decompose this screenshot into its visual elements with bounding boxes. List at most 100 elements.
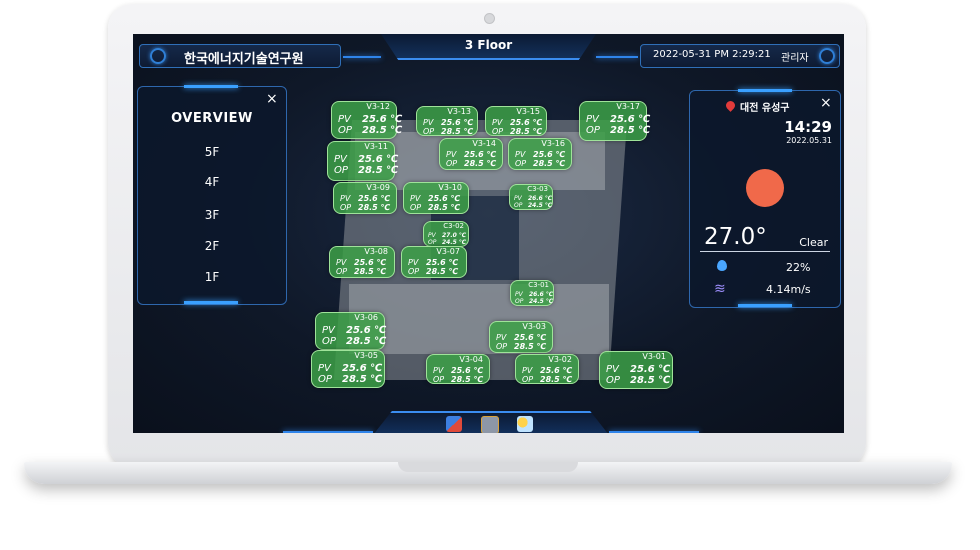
op-value: 28.5 ℃ — [514, 342, 547, 351]
op-value: 28.5 ℃ — [346, 336, 387, 347]
sensor-tag[interactable]: C3-03 PV 26.6 ℃ OP 24.5 ℃ — [509, 184, 553, 210]
sensor-id: V3-13 — [447, 107, 471, 116]
header-status-bar: 2022-05-31 PM 2:29:21 관리자 — [640, 44, 840, 68]
sensor-tag[interactable]: V3-17 PV 25.6 ℃ OP 28.5 ℃ — [579, 101, 651, 141]
menu-item-5f[interactable]: 5F — [138, 145, 286, 159]
sensor-id: C3-03 — [527, 185, 548, 193]
op-value: 24.5 ℃ — [442, 239, 467, 246]
sensor-tag[interactable]: V3-03 PV 25.6 ℃ OP 28.5 ℃ — [489, 321, 553, 353]
sensor-tag[interactable]: V3-06 PV 25.6 ℃ OP 28.5 ℃ — [315, 312, 387, 350]
sensor-tag[interactable]: V3-01 PV 25.6 ℃ OP 28.5 ℃ — [599, 351, 673, 389]
pv-value: 25.6 ℃ — [630, 364, 671, 375]
op-value: 28.5 ℃ — [451, 375, 484, 384]
sensor-tag[interactable]: V3-13 PV 25.6 ℃ OP 28.5 ℃ — [416, 106, 478, 136]
op-label: OP — [586, 125, 600, 136]
menu-item-2f[interactable]: 2F — [138, 239, 286, 253]
floor-banner: 3 Floor — [381, 34, 596, 60]
op-value: 28.5 ℃ — [426, 267, 459, 276]
pv-label: PV — [514, 195, 522, 202]
sensor-id: V3-10 — [438, 183, 462, 192]
menu-title[interactable]: OVERVIEW — [138, 111, 286, 126]
pv-label: PV — [338, 114, 351, 125]
sensor-id: V3-04 — [459, 355, 483, 364]
sensor-tag[interactable]: V3-09 PV 25.6 ℃ OP 28.5 ℃ — [333, 182, 397, 214]
temperature: 27.0° — [704, 224, 767, 250]
webcam — [484, 13, 495, 24]
close-icon[interactable]: × — [820, 95, 832, 111]
op-value: 24.5 ℃ — [529, 298, 554, 305]
sensor-id: V3-17 — [616, 102, 640, 111]
menu-item-1f[interactable]: 1F — [138, 270, 286, 284]
sensor-tag[interactable]: V3-12 PV 25.6 ℃ OP 28.5 ℃ — [331, 101, 402, 139]
datetime: 2022-05-31 PM 2:29:21 — [653, 49, 771, 60]
sensor-tag[interactable]: V3-04 PV 25.6 ℃ OP 28.5 ℃ — [426, 354, 490, 384]
op-value: 28.5 ℃ — [540, 375, 573, 384]
sensor-id: C3-01 — [528, 281, 549, 289]
pv-label: PV — [322, 325, 335, 336]
pv-label: PV — [318, 363, 331, 374]
sensor-tag[interactable]: V3-02 PV 25.6 ℃ OP 28.5 ℃ — [515, 354, 579, 384]
op-label: OP — [340, 203, 352, 212]
humidity-value: 22% — [786, 261, 811, 274]
sensor-tag[interactable]: C3-02 PV 27.0 ℃ OP 24.5 ℃ — [423, 221, 469, 247]
menu-item-4f[interactable]: 4F — [138, 175, 286, 189]
camera-icon[interactable] — [481, 416, 499, 433]
sensor-tag[interactable]: C3-01 PV 26.6 ℃ OP 24.5 ℃ — [510, 280, 554, 306]
location-pin-icon — [724, 99, 737, 112]
op-label: OP — [515, 159, 527, 168]
pv-label: PV — [446, 150, 457, 159]
sensor-tag[interactable]: V3-10 PV 25.6 ℃ OP 28.5 ℃ — [403, 182, 469, 214]
pv-value: 25.6 ℃ — [533, 150, 566, 159]
weather-condition: Clear — [799, 236, 828, 249]
sensor-tag[interactable]: V3-11 PV 25.6 ℃ OP 28.5 ℃ — [327, 141, 398, 181]
pv-value: 25.6 ℃ — [354, 258, 387, 267]
wind-icon: ≋ — [714, 281, 726, 297]
pv-label: PV — [586, 114, 599, 125]
op-value: 28.5 ℃ — [358, 203, 391, 212]
pv-value: 27.0 ℃ — [442, 232, 467, 239]
sensor-id: V3-16 — [541, 139, 565, 148]
op-value: 28.5 ℃ — [610, 125, 651, 136]
op-label: OP — [410, 203, 422, 212]
pv-value: 25.6 ℃ — [510, 118, 543, 127]
pv-label: PV — [496, 333, 507, 342]
op-value: 28.5 ℃ — [362, 125, 403, 136]
op-value: 28.5 ℃ — [441, 127, 474, 136]
sensor-tag[interactable]: V3-07 PV 25.6 ℃ OP 28.5 ℃ — [401, 246, 467, 278]
sensor-tag[interactable]: V3-15 PV 25.6 ℃ OP 28.5 ℃ — [485, 106, 547, 136]
sensor-tag[interactable]: V3-14 PV 25.6 ℃ OP 28.5 ℃ — [439, 138, 503, 170]
sensor-tag[interactable]: V3-16 PV 25.6 ℃ OP 28.5 ℃ — [508, 138, 572, 170]
pv-label: PV — [410, 194, 421, 203]
pv-label: PV — [492, 118, 503, 127]
header-glow-line — [343, 56, 381, 58]
sensor-id: V3-03 — [522, 322, 546, 331]
map-icon[interactable] — [446, 416, 462, 432]
floor-title: 3 Floor — [464, 38, 513, 52]
panel-cap-bottom — [184, 301, 238, 304]
pv-label: PV — [334, 154, 347, 165]
sensor-tag[interactable]: V3-08 PV 25.6 ℃ OP 28.5 ℃ — [329, 246, 395, 278]
close-icon[interactable]: × — [266, 91, 278, 107]
op-label: OP — [492, 127, 504, 136]
weather-time: 14:29 — [784, 118, 832, 136]
pv-label: PV — [522, 366, 533, 375]
op-label: OP — [408, 267, 420, 276]
pv-value: 25.6 ℃ — [540, 366, 573, 375]
pv-value: 26.6 ℃ — [529, 291, 554, 298]
laptop-notch — [398, 462, 578, 472]
weather-date: 2022.05.31 — [786, 136, 832, 145]
ring-icon — [819, 48, 835, 64]
sensor-tag[interactable]: V3-05 PV 25.6 ℃ OP 28.5 ℃ — [311, 350, 385, 388]
weather-icon[interactable] — [517, 416, 533, 432]
op-value: 28.5 ℃ — [464, 159, 497, 168]
user-name[interactable]: 관리자 — [781, 49, 809, 64]
pv-value: 25.6 ℃ — [362, 114, 403, 125]
sensor-id: V3-06 — [354, 313, 378, 322]
op-label: OP — [433, 375, 445, 384]
header-glow-line — [596, 56, 638, 58]
menu-item-3f[interactable]: 3F — [138, 208, 286, 222]
pv-label: PV — [515, 291, 523, 298]
ring-icon — [150, 48, 166, 64]
op-label: OP — [496, 342, 508, 351]
divider — [700, 251, 830, 252]
